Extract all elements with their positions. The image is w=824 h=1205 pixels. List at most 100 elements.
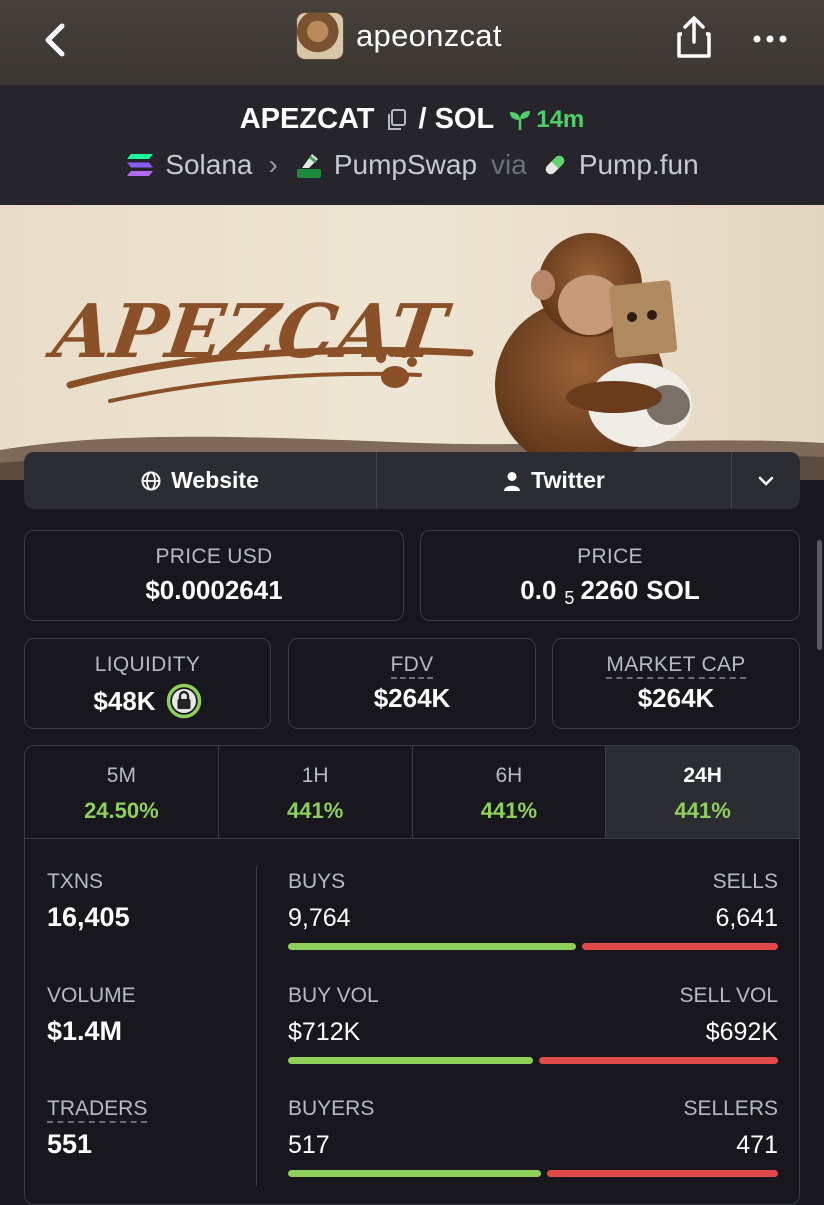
price-usd-card: PRICE USD $0.0002641 [24,530,404,621]
tab-6h[interactable]: 6H 441% [413,746,607,838]
tab-6h-change: 441% [480,798,538,823]
buyers-ratio-bar [288,1170,778,1177]
pair-title: APEZCAT / SOL 14m [0,103,824,136]
traders-value: 551 [47,1129,93,1159]
price-native-value: 0.0 5 2260 SOL [421,575,799,608]
buy-vol-bar [288,1057,534,1064]
base-token-symbol: APEZCAT [239,103,375,135]
copy-icon[interactable] [385,108,407,132]
dex-link[interactable]: PumpSwap [334,149,477,181]
avatar [296,12,344,60]
buyers-bar [288,1170,542,1177]
chevron-down-icon [758,476,774,486]
share-icon[interactable] [674,14,714,60]
token-banner: APEZCAT [0,205,824,480]
sells-value: 6,641 [715,904,778,932]
volume-label: VOLUME [47,984,136,1007]
seedling-icon [510,110,531,130]
tab-24h-label: 24H [683,764,722,787]
fdv-card: FDV $264K [288,638,536,729]
user-icon [504,471,521,491]
price-usd-value: $0.0002641 [145,575,283,605]
sells-label: SELLS [712,870,778,893]
market-cap-value: $264K [637,683,715,713]
chain-breadcrumb: Solana › PumpSwap via Pump.fun [0,149,824,181]
top-nav-bar: apeonzcat [0,0,824,85]
globe-icon [141,471,161,490]
sellers-bar [547,1170,778,1177]
fdv-label[interactable]: FDV [390,653,434,679]
buy-vol-label: BUY VOL [288,984,379,1007]
market-cap-label[interactable]: MARKET CAP [606,653,746,679]
buyers-sellers-row: BUYERS SELLERS 517 471 [288,1097,778,1177]
quote-token-symbol: SOL [434,103,495,135]
buys-label: BUYS [288,870,346,893]
txns-stat: TXNS 16,405 [47,870,247,933]
pair-separator: / [418,103,427,135]
buys-bar [288,943,576,950]
pill-icon [545,155,565,175]
price-native-digits: 2260 [580,575,639,605]
liquidity-card: LIQUIDITY $48K [24,638,271,729]
buyers-label: BUYERS [288,1097,375,1120]
more-links-dropdown[interactable] [732,452,800,509]
price-native-card: PRICE 0.0 5 2260 SOL [420,530,800,621]
sellers-label: SELLERS [683,1097,778,1120]
twitter-label: Twitter [531,467,605,493]
price-native-unit: SOL [646,575,700,605]
market-cap-card: MARKET CAP $264K [552,638,800,729]
liquidity-value: $48K [93,685,156,716]
twitter-button[interactable]: Twitter [377,452,732,509]
volume-split-row: BUY VOL SELL VOL $712K $692K [288,984,778,1064]
locked-liquidity-icon[interactable] [166,683,202,719]
tab-24h-change: 441% [674,798,731,823]
volume-value: $1.4M [47,1016,123,1046]
pumpswap-icon [296,154,321,178]
scrollbar[interactable] [817,540,822,650]
sell-vol-label: SELL VOL [679,984,778,1007]
price-native-label: PRICE [577,545,643,568]
timeframe-tabs: 5M 24.50% 1H 441% 6H 441% 24H 441% [25,746,799,839]
launchpad-link[interactable]: Pump.fun [579,149,699,181]
tab-24h[interactable]: 24H 441% [606,746,799,838]
chain-link[interactable]: Solana [165,149,252,181]
stats-divider [256,866,257,1186]
sell-vol-bar [539,1057,778,1064]
social-links-bar: Website Twitter [24,452,800,509]
buys-sells-row: BUYS SELLS 9,764 6,641 [288,870,778,950]
txns-value: 16,405 [47,902,130,932]
tab-5m-label: 5M [106,764,136,787]
buy-vol-value: $712K [288,1018,361,1046]
traders-label[interactable]: TRADERS [47,1097,148,1123]
pair-age: 14m [508,106,584,134]
via-label: via [491,149,527,180]
banner-logo-text: APEZCAT [42,287,456,375]
sellers-value: 471 [736,1131,778,1159]
website-label: Website [171,467,259,493]
website-button[interactable]: Website [24,452,377,509]
price-usd-label: PRICE USD [155,545,273,568]
fdv-value: $264K [373,683,451,713]
chevron-right-icon: › [268,149,278,180]
trading-stats-panel: 5M 24.50% 1H 441% 6H 441% 24H 441% TXNS 16,4… [24,745,800,1205]
tab-1h-label: 1H [301,764,329,787]
pair-age-value: 14m [536,105,585,133]
more-options-icon[interactable] [750,24,790,54]
page-title-group: apeonzcat [296,12,502,60]
solana-icon [127,154,154,176]
sells-bar [581,943,778,950]
tab-1h-change: 441% [286,798,344,823]
tab-1h[interactable]: 1H 441% [219,746,413,838]
buys-sells-ratio-bar [288,943,778,950]
tab-5m[interactable]: 5M 24.50% [25,746,219,838]
tab-6h-label: 6H [495,764,523,787]
volume-stat: VOLUME $1.4M [47,984,247,1047]
txns-label: TXNS [47,870,104,893]
traders-stat: TRADERS 551 [47,1097,247,1160]
page-title: apeonzcat [356,18,502,53]
tab-5m-change: 24.50% [84,798,159,823]
buys-value: 9,764 [288,904,351,932]
price-native-zero-count: 5 [564,588,575,608]
pair-info-bar: APEZCAT / SOL 14m Solana › PumpSwap via … [0,85,824,205]
back-arrow-icon[interactable] [36,18,76,62]
